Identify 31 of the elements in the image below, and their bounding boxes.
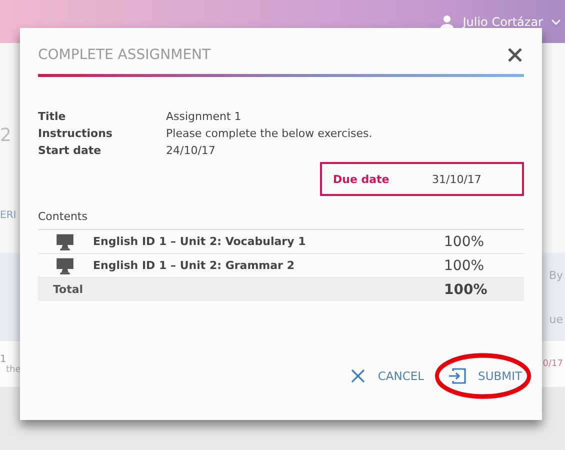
due-date-value: 31/10/17 (432, 172, 482, 186)
background-text: the (5, 364, 21, 374)
close-icon[interactable] (507, 47, 523, 63)
background-text: ue (549, 312, 563, 326)
background-text: By (548, 268, 563, 282)
field-value: 24/10/17 (166, 143, 216, 158)
monitor-icon (55, 256, 75, 274)
score: 100% (444, 234, 486, 250)
field-label: Start date (38, 143, 102, 158)
content-title[interactable]: English ID 1 – Unit 2: Grammar 2 (93, 259, 444, 272)
user-name[interactable]: Julio Cortázar (462, 14, 543, 28)
contents-label: Contents (38, 210, 88, 223)
total-score: 100% (444, 282, 488, 298)
background-text: 1 (0, 354, 8, 364)
background-text: ERI (0, 210, 16, 221)
due-date-label: Due date (333, 172, 390, 186)
content-title[interactable]: English ID 1 – Unit 2: Vocabulary 1 (93, 235, 444, 248)
total-label: Total (52, 283, 84, 296)
close-icon (350, 368, 366, 384)
caret-icon[interactable] (551, 18, 561, 24)
dialog-title: COMPLETE ASSIGNMENT (38, 47, 211, 63)
field-value: Assignment 1 (166, 109, 242, 124)
field-value: Please complete the below exercises. (166, 126, 374, 141)
background-text: 0/17 (542, 359, 563, 369)
field-label: Title (38, 109, 67, 124)
field-label: Instructions (38, 126, 114, 141)
monitor-icon (55, 232, 75, 250)
cancel-button[interactable]: CANCEL (348, 364, 426, 388)
enter-icon (448, 368, 466, 384)
background-text: 2 (0, 125, 12, 146)
score: 100% (444, 258, 486, 274)
